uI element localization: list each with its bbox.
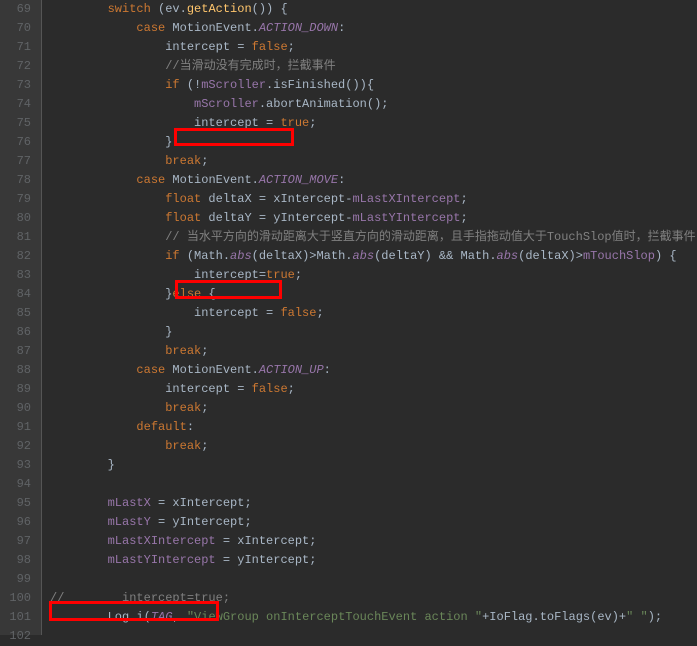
code-line[interactable]: break; — [50, 152, 697, 171]
line-number: 89 — [0, 380, 31, 399]
code-line[interactable]: case MotionEvent.ACTION_UP: — [50, 361, 697, 380]
code-line[interactable]: break; — [50, 399, 697, 418]
code-line[interactable]: default: — [50, 418, 697, 437]
line-number-gutter: 6970717273747576777879808182838485868788… — [0, 0, 42, 635]
line-number: 90 — [0, 399, 31, 418]
code-line[interactable]: Log.i(TAG, "ViewGroup onInterceptTouchEv… — [50, 608, 697, 627]
code-line[interactable]: mLastXIntercept = xIntercept; — [50, 532, 697, 551]
code-line[interactable]: if (!mScroller.isFinished()){ — [50, 76, 697, 95]
line-number: 73 — [0, 76, 31, 95]
line-number: 87 — [0, 342, 31, 361]
line-number: 92 — [0, 437, 31, 456]
line-number: 69 — [0, 0, 31, 19]
code-line[interactable]: mLastY = yIntercept; — [50, 513, 697, 532]
line-number: 88 — [0, 361, 31, 380]
line-number: 93 — [0, 456, 31, 475]
code-line[interactable]: intercept = false; — [50, 38, 697, 57]
line-number: 85 — [0, 304, 31, 323]
code-line[interactable]: mScroller.abortAnimation(); — [50, 95, 697, 114]
line-number: 78 — [0, 171, 31, 190]
line-number: 81 — [0, 228, 31, 247]
line-number: 83 — [0, 266, 31, 285]
code-line[interactable]: //当滑动没有完成时，拦截事件 — [50, 57, 697, 76]
line-number: 70 — [0, 19, 31, 38]
code-line[interactable]: if (Math.abs(deltaX)>Math.abs(deltaY) &&… — [50, 247, 697, 266]
line-number: 101 — [0, 608, 31, 627]
code-line[interactable]: switch (ev.getAction()) { — [50, 0, 697, 19]
code-line[interactable]: break; — [50, 342, 697, 361]
line-number: 98 — [0, 551, 31, 570]
line-number: 80 — [0, 209, 31, 228]
code-editor: 6970717273747576777879808182838485868788… — [0, 0, 697, 635]
line-number: 86 — [0, 323, 31, 342]
code-line[interactable]: intercept=true; — [50, 266, 697, 285]
line-number: 79 — [0, 190, 31, 209]
code-line[interactable]: float deltaY = yIntercept-mLastYIntercep… — [50, 209, 697, 228]
line-number: 91 — [0, 418, 31, 437]
line-number: 95 — [0, 494, 31, 513]
code-line[interactable] — [50, 475, 697, 494]
code-line[interactable]: float deltaX = xIntercept-mLastXIntercep… — [50, 190, 697, 209]
code-line[interactable]: intercept = false; — [50, 380, 697, 399]
line-number: 97 — [0, 532, 31, 551]
code-line[interactable]: } — [50, 133, 697, 152]
line-number: 77 — [0, 152, 31, 171]
line-number: 71 — [0, 38, 31, 57]
code-line[interactable]: // intercept=true; — [50, 589, 697, 608]
code-line[interactable]: break; — [50, 437, 697, 456]
code-line[interactable]: intercept = true; — [50, 114, 697, 133]
line-number: 72 — [0, 57, 31, 76]
code-line[interactable]: mLastX = xIntercept; — [50, 494, 697, 513]
line-number: 102 — [0, 627, 31, 646]
code-line[interactable]: }else { — [50, 285, 697, 304]
code-content[interactable]: switch (ev.getAction()) { case MotionEve… — [42, 0, 697, 635]
line-number: 76 — [0, 133, 31, 152]
line-number: 82 — [0, 247, 31, 266]
line-number: 75 — [0, 114, 31, 133]
line-number: 96 — [0, 513, 31, 532]
code-line[interactable]: case MotionEvent.ACTION_MOVE: — [50, 171, 697, 190]
code-line[interactable]: } — [50, 456, 697, 475]
line-number: 74 — [0, 95, 31, 114]
code-line[interactable]: mLastYIntercept = yIntercept; — [50, 551, 697, 570]
code-line[interactable]: intercept = false; — [50, 304, 697, 323]
line-number: 84 — [0, 285, 31, 304]
line-number: 99 — [0, 570, 31, 589]
code-line[interactable]: // 当水平方向的滑动距离大于竖直方向的滑动距离，且手指拖动值大于TouchSl… — [50, 228, 697, 247]
line-number: 94 — [0, 475, 31, 494]
code-line[interactable]: case MotionEvent.ACTION_DOWN: — [50, 19, 697, 38]
code-line[interactable]: } — [50, 323, 697, 342]
line-number: 100 — [0, 589, 31, 608]
code-line[interactable] — [50, 570, 697, 589]
